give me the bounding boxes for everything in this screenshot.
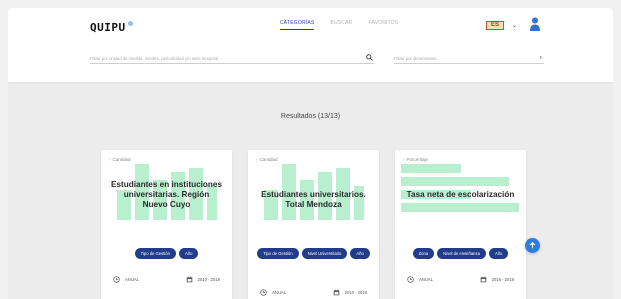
clock-icon xyxy=(407,275,414,283)
search-icon[interactable] xyxy=(366,54,373,61)
card-footer: ANUAL 2010 - 2018 xyxy=(101,274,232,284)
tag-chip[interactable]: Año xyxy=(178,248,199,259)
periodicity-label: ANUAL xyxy=(125,276,139,282)
tab-categorias[interactable]: CATEGORÍAS xyxy=(280,20,315,30)
search-field[interactable]: Filtrar por unidad de medida, nombre, pe… xyxy=(90,54,374,64)
periodicity: ANUAL xyxy=(113,275,139,283)
user-icon[interactable] xyxy=(530,17,540,31)
date-range-label: 2010 - 2018 xyxy=(344,289,367,295)
page: QUIPU CATEGORÍAS BUSCAR FAVORITOS ES ⌄ F… xyxy=(8,8,613,299)
card-type-label: Porcentaje xyxy=(406,157,429,162)
calendar-icon xyxy=(480,276,486,282)
dimension-filter-placeholder: Filtrar por dimensiones xyxy=(394,56,437,61)
dropdown-arrow-icon: ▾ xyxy=(539,55,542,61)
card-tags: Zona Nivel de enseñanza Año xyxy=(401,248,520,259)
tag-chip[interactable]: Año xyxy=(350,248,370,259)
card-title[interactable]: Estudiantes universitarios. Total Mendoz… xyxy=(258,190,369,210)
language-selector[interactable]: ES ⌄ xyxy=(486,21,517,30)
card-type: › Porcentaje xyxy=(403,157,428,162)
periodicity-label: ANUAL xyxy=(419,276,433,282)
periodicity: ANUAL xyxy=(407,275,433,283)
date-range: 2010 - 2018 xyxy=(186,276,220,283)
card-title[interactable]: Tasa neta de escolarización xyxy=(405,190,516,200)
indicator-card[interactable]: › Cantidad Estudiantes en instituciones u… xyxy=(101,150,232,299)
language-flag-icon: ES xyxy=(486,21,504,30)
date-range-label: 2010 - 2018 xyxy=(197,276,220,282)
card-tags: Tipo de Gestión Año xyxy=(107,248,226,259)
logo-text: QUIPU xyxy=(90,21,126,34)
main-nav: CATEGORÍAS BUSCAR FAVORITOS xyxy=(280,20,398,30)
calendar-icon xyxy=(333,289,339,295)
card-type: › Cantidad xyxy=(256,157,278,162)
tag-chip[interactable]: Zona xyxy=(412,248,435,259)
chevron-down-icon: ⌄ xyxy=(512,23,518,29)
dimension-filter[interactable]: Filtrar por dimensiones ▾ xyxy=(394,54,544,64)
periodicity-label: ANUAL xyxy=(272,289,286,295)
clock-icon xyxy=(113,275,120,283)
tag-chip[interactable]: Tipo de Gestión xyxy=(257,248,299,259)
periodicity: ANUAL xyxy=(260,288,286,296)
card-type-label: Cantidad xyxy=(259,157,278,162)
indicator-card[interactable]: › Cantidad Estudiantes universitarios. To… xyxy=(248,150,379,299)
scroll-to-top-button[interactable] xyxy=(525,238,540,253)
card-type-label: Cantidad xyxy=(112,157,131,162)
chevron-right-icon: › xyxy=(109,157,111,162)
card-tags: Tipo de Gestión Nivel Universitario Año xyxy=(254,248,373,259)
date-range: 2010 - 2018 xyxy=(333,289,367,296)
chevron-right-icon: › xyxy=(256,157,258,162)
search-input[interactable]: Filtrar por unidad de medida, nombre, pe… xyxy=(90,56,218,61)
results-count: Resultados (13/13) xyxy=(280,113,341,120)
logo-dot-icon xyxy=(127,21,133,26)
tag-chip[interactable]: Nivel de enseñanza xyxy=(437,248,486,259)
date-range-label: 2016 - 2019 xyxy=(491,276,514,282)
card-footer: ANUAL 2010 - 2018 xyxy=(248,287,379,297)
tab-favoritos[interactable]: FAVORITOS xyxy=(368,20,398,30)
logo[interactable]: QUIPU xyxy=(90,21,133,34)
card-type: › Cantidad xyxy=(109,157,131,162)
card-footer: ANUAL 2016 - 2019 xyxy=(395,274,526,284)
tag-chip[interactable]: Año xyxy=(488,248,509,259)
clock-icon xyxy=(260,288,267,296)
indicator-card[interactable]: › Porcentaje Tasa neta de escolarización … xyxy=(395,150,526,299)
header: QUIPU CATEGORÍAS BUSCAR FAVORITOS ES ⌄ F… xyxy=(8,8,613,82)
card-title[interactable]: Estudiantes en instituciones universitar… xyxy=(111,180,222,210)
tag-chip[interactable]: Nivel Universitario xyxy=(301,248,348,259)
calendar-icon xyxy=(186,276,192,282)
date-range: 2016 - 2019 xyxy=(480,276,514,283)
tab-buscar[interactable]: BUSCAR xyxy=(330,20,352,30)
tag-chip[interactable]: Tipo de Gestión xyxy=(134,248,176,259)
chevron-right-icon: › xyxy=(403,157,405,162)
arrow-up-icon xyxy=(529,242,536,249)
